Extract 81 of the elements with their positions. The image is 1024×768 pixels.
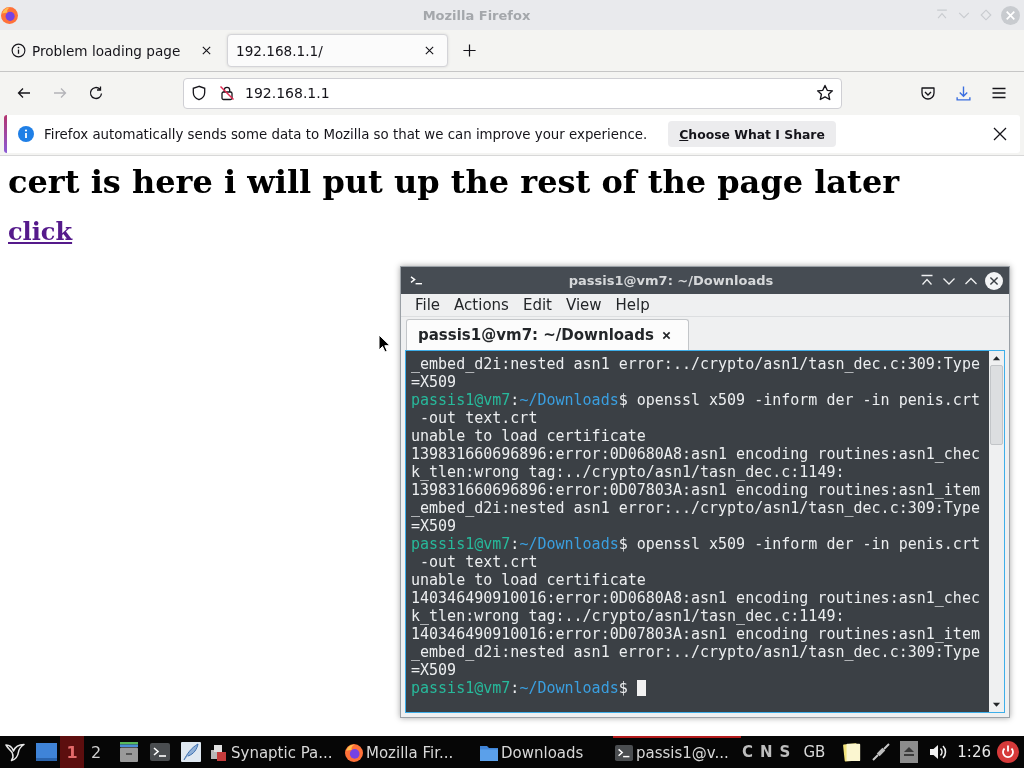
close-icon[interactable]: [985, 271, 1003, 290]
output-line: unable to load certificate: [411, 427, 647, 445]
choose-what-i-share-button[interactable]: Choose What I Share: [668, 121, 836, 147]
menu-item[interactable]: Actions: [447, 296, 516, 314]
output-line: =X509: [411, 661, 458, 679]
scroll-down-icon[interactable]: [992, 702, 1001, 708]
lock-indicator: N: [760, 743, 773, 761]
download-icon[interactable]: [955, 84, 972, 102]
workspace-button[interactable]: 2: [84, 736, 108, 768]
menu-item[interactable]: File: [408, 296, 448, 314]
info-icon: [18, 126, 34, 142]
output-line: -out text.crt: [419, 553, 539, 571]
lock-indicator: C: [742, 743, 753, 761]
new-tab-icon[interactable]: [462, 43, 477, 58]
taskbar-task[interactable]: Synaptic Pa...: [208, 736, 336, 768]
output-line: 140346490910016:error:0D07803A:asn1 encoding routines:asn1_item: [411, 625, 981, 643]
output-line: k_tlen:wrong tag:../crypto/asn1/tasn_dec.c:1149:: [411, 607, 846, 625]
scroll-thumb[interactable]: [990, 365, 1003, 445]
prompt-line: passis1@vm7:~/Downloads$ openssl x509 -inform der -in penis.crt: [411, 391, 980, 409]
terminal-icon[interactable]: [150, 742, 170, 762]
url-text: 192.168.1.1: [245, 85, 331, 101]
notes-icon[interactable]: [842, 742, 863, 762]
browser-tab[interactable]: Problem loading page: [0, 34, 225, 67]
output-line: 139831660696896:error:0D07803A:asn1 encoding routines:asn1_item: [411, 481, 981, 499]
output-line: 140346490910016:error:0D0680A8:asn1 encoding routines:asn1_chec: [411, 589, 981, 607]
clock: 1:26: [957, 743, 991, 761]
window-title: Mozilla Firefox: [421, 7, 532, 23]
keyboard-layout[interactable]: GB: [803, 743, 826, 761]
shield-icon[interactable]: [191, 85, 207, 101]
mouse-pointer-icon: [378, 334, 390, 353]
close-tab-icon[interactable]: [661, 330, 671, 340]
plug-icon[interactable]: [871, 742, 892, 762]
address-bar[interactable]: 192.168.1.1: [183, 77, 842, 109]
browser-logo-icon: [345, 744, 363, 762]
menu-item[interactable]: Edit: [515, 296, 559, 314]
prompt-line: passis1@vm7:~/Downloads$ openssl x509 -inform der -in penis.crt: [411, 535, 980, 553]
volume-icon[interactable]: [928, 742, 949, 762]
terminal-tab[interactable]: passis1@vm7: ~/Downloads: [406, 319, 689, 350]
page-link[interactable]: click: [8, 217, 73, 246]
bookmark-star-icon[interactable]: [816, 84, 834, 102]
output-line: _embed_d2i:nested asn1 error:../crypto/asn1/tasn_dec.c:309:Type: [411, 355, 981, 373]
output-line: =X509: [411, 517, 458, 535]
menu-icon[interactable]: [991, 85, 1007, 101]
reload-icon[interactable]: [88, 85, 104, 101]
info-icon: [11, 43, 26, 58]
output-line: 139831660696896:error:0D0680A8:asn1 encoding routines:asn1_chec: [411, 445, 981, 463]
lock-indicator: S: [779, 743, 791, 761]
terminal-icon: [615, 744, 633, 762]
page-heading: cert is here i will put up the rest of the page later: [8, 163, 901, 201]
browser-tab[interactable]: 192.168.1.1/: [227, 34, 448, 67]
close-tab-icon[interactable]: [201, 45, 212, 56]
close-icon[interactable]: [992, 126, 1008, 142]
menu-item[interactable]: Help: [608, 296, 657, 314]
taskbar-task[interactable]: passis1@v...: [613, 736, 741, 768]
terminal-prompt-icon: [410, 275, 423, 286]
window-title: passis1@vm7: ~/Downloads: [567, 273, 775, 288]
output-line: -out text.crt: [419, 409, 539, 427]
output-line: =X509: [411, 373, 458, 391]
folder-icon: [480, 744, 498, 762]
menu-item[interactable]: View: [558, 296, 609, 314]
taskbar-task[interactable]: Downloads: [478, 736, 606, 768]
bird-logo-icon[interactable]: [4, 741, 26, 763]
output-line: _embed_d2i:nested asn1 error:../crypto/asn1/tasn_dec.c:309:Type: [411, 499, 981, 517]
close-tab-icon[interactable]: [424, 45, 435, 56]
notification-text: Firefox automatically sends some data to Mozilla so that we can improve your experience.: [44, 126, 648, 142]
scroll-up-icon[interactable]: [992, 355, 1001, 361]
taskbar-task[interactable]: Mozilla Fir...: [343, 736, 471, 768]
feather-icon[interactable]: [181, 742, 201, 762]
browser-logo-icon: [1, 6, 18, 24]
prompt-line: passis1@vm7:~/Downloads$: [411, 679, 628, 697]
output-line: _embed_d2i:nested asn1 error:../crypto/asn1/tasn_dec.c:309:Type: [411, 643, 981, 661]
back-icon[interactable]: [16, 85, 32, 101]
power-icon[interactable]: [997, 741, 1019, 763]
output-line: unable to load certificate: [411, 571, 647, 589]
workspace-button[interactable]: 1: [60, 736, 84, 768]
package-icon: [210, 744, 228, 762]
output-line: k_tlen:wrong tag:../crypto/asn1/tasn_dec.c:1149:: [411, 463, 846, 481]
eject-icon[interactable]: [900, 741, 919, 763]
insecure-lock-icon[interactable]: [219, 85, 235, 101]
file-cabinet-icon[interactable]: [119, 742, 139, 762]
pocket-icon[interactable]: [920, 85, 936, 101]
